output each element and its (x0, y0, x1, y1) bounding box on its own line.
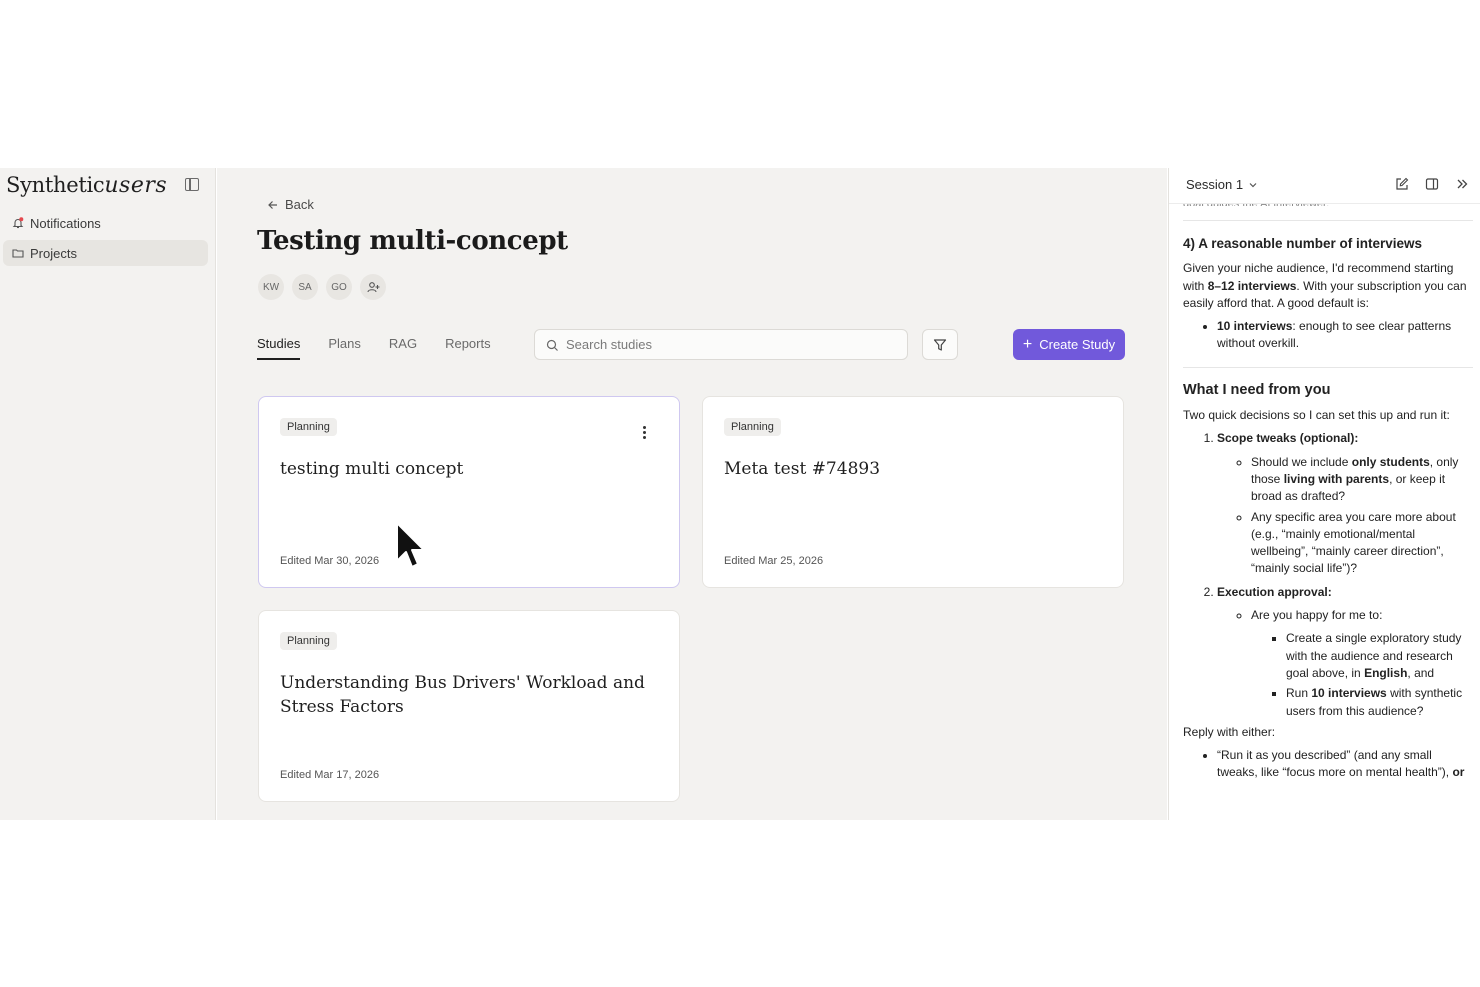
mouse-cursor-icon (396, 522, 425, 568)
avatar[interactable]: SA (292, 274, 318, 300)
bullet-list: “Run it as you described” (and any small… (1183, 747, 1473, 782)
sidebar-item-projects[interactable]: Projects (3, 240, 208, 266)
session-selector[interactable]: Session 1 (1186, 177, 1258, 192)
list-item: Scope tweaks (optional): Should we inclu… (1217, 430, 1473, 577)
list-item: “Run it as you described” (and any small… (1217, 747, 1473, 782)
user-plus-icon (366, 281, 379, 292)
list-item: Any specific area you care more about (e… (1251, 509, 1473, 578)
status-badge: Planning (280, 632, 337, 650)
status-badge: Planning (724, 418, 781, 436)
study-card[interactable]: Planning testing multi concept Edited Ma… (258, 396, 680, 588)
list-item: Should we include only students, only th… (1251, 454, 1473, 506)
card-edited-date: Edited Mar 17, 2026 (280, 769, 380, 781)
sidebar-item-notifications[interactable]: Notifications (3, 210, 208, 236)
create-study-button[interactable]: + Create Study (1013, 329, 1125, 360)
logo[interactable]: Syntheticusers (6, 173, 167, 198)
card-edited-date: Edited Mar 30, 2026 (280, 555, 380, 567)
back-button[interactable]: Back (267, 197, 314, 212)
avatar[interactable]: KW (258, 274, 284, 300)
sidebar-toggle-icon[interactable] (185, 178, 199, 191)
avatar[interactable]: GO (326, 274, 352, 300)
section-heading: 4) A reasonable number of interviews (1183, 236, 1423, 251)
search-placeholder: Search studies (566, 337, 652, 352)
plus-icon: + (1022, 335, 1033, 353)
add-member-button[interactable] (360, 274, 386, 300)
study-card[interactable]: Planning Meta test #74893 Edited Mar 25,… (702, 396, 1124, 588)
paragraph: Given your niche audience, I'd recommend… (1183, 261, 1467, 310)
bell-icon (12, 217, 24, 229)
list-item: Run 10 interviews with synthetic users f… (1286, 685, 1473, 720)
create-study-label: Create Study (1039, 337, 1116, 352)
sidebar: Syntheticusers Notifications Projects (0, 168, 216, 820)
sidebar-item-label: Notifications (30, 215, 101, 231)
arrow-left-icon (268, 200, 277, 209)
tab-rag[interactable]: RAG (389, 336, 417, 360)
edit-icon[interactable] (1395, 177, 1409, 191)
section-heading: What I need from you (1183, 381, 1331, 398)
tab-studies[interactable]: Studies (257, 336, 301, 360)
study-card[interactable]: Planning Understanding Bus Drivers' Work… (258, 610, 680, 802)
back-label: Back (285, 197, 314, 212)
numbered-list: Scope tweaks (optional): Should we inclu… (1183, 430, 1473, 719)
paragraph: Two quick decisions so I can set this up… (1183, 408, 1450, 423)
card-title: Understanding Bus Drivers' Workload and … (280, 673, 645, 717)
sidebar-item-label: Projects (30, 245, 77, 261)
search-input[interactable]: Search studies (534, 329, 908, 360)
filter-button[interactable] (922, 329, 958, 360)
split-view-icon[interactable] (1425, 177, 1439, 191)
panel-actions (1395, 177, 1469, 191)
member-avatars: KW SA GO (258, 274, 386, 300)
status-badge: Planning (280, 418, 337, 436)
page-title: Testing multi-concept (257, 226, 568, 256)
card-title: Meta test #74893 (724, 459, 881, 479)
card-edited-date: Edited Mar 25, 2026 (724, 555, 824, 567)
paragraph: Reply with either: (1183, 724, 1276, 739)
chat-message: goal guides the AI interviewer. 4) A rea… (1183, 198, 1473, 785)
divider (1183, 220, 1473, 221)
filter-icon (933, 338, 947, 351)
chat-panel: Session 1 goal guides th (1168, 168, 1480, 820)
tab-plans[interactable]: Plans (328, 336, 361, 360)
list-item: Execution approval: Are you happy for me… (1217, 584, 1473, 720)
logo-main: Synthetic (6, 173, 105, 197)
list-item: Are you happy for me to: Create a single… (1251, 607, 1473, 720)
list-item: 10 interviews: enough to see clear patte… (1217, 318, 1473, 353)
logo-script: users (104, 173, 168, 198)
list-item: Create a single exploratory study with t… (1286, 630, 1473, 682)
collapse-panel-icon[interactable] (1455, 177, 1469, 191)
search-icon (546, 339, 558, 351)
chevron-down-icon (1249, 182, 1257, 187)
tab-reports[interactable]: Reports (445, 336, 491, 360)
tab-bar: Studies Plans RAG Reports (257, 336, 491, 360)
session-label: Session 1 (1186, 177, 1244, 192)
bullet-list: 10 interviews: enough to see clear patte… (1183, 318, 1473, 353)
app-window: Syntheticusers Notifications Projects Ba… (0, 168, 1480, 820)
more-options-icon[interactable] (643, 426, 646, 441)
card-title: testing multi concept (280, 459, 464, 479)
folder-icon (12, 249, 24, 258)
divider (1183, 366, 1473, 368)
panel-header: Session 1 (1169, 168, 1480, 204)
main-content: Back Testing multi-concept KW SA GO Stud… (217, 168, 1167, 820)
